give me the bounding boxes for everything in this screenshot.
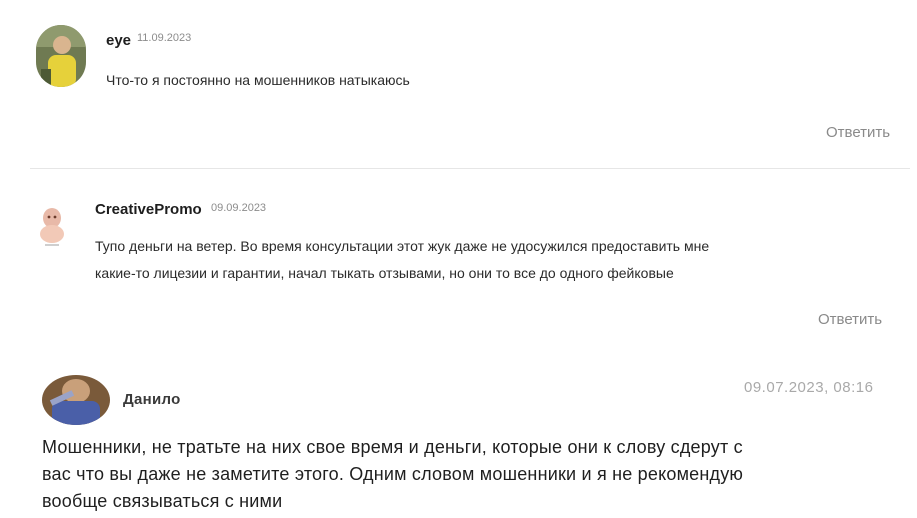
comment-date: 09.09.2023 [211, 202, 267, 214]
comment-date: 09.07.2023, 08:16 [744, 379, 874, 396]
avatar [36, 25, 86, 87]
reply-button[interactable]: Ответить [826, 124, 890, 141]
comment-text-line: вообще связываться с ними [42, 491, 283, 511]
comment-date: 11.09.2023 [137, 32, 192, 44]
avatar [36, 204, 70, 250]
comment-author: Данило [123, 391, 181, 408]
reply-button[interactable]: Ответить [818, 311, 882, 328]
comment-text-line: какие-то лицезии и гарантии, начал тыкат… [95, 265, 674, 281]
avatar [42, 375, 110, 425]
comment-divider [30, 168, 910, 169]
comment-text-line: Мошенники, не тратьте на них свое время … [42, 437, 743, 457]
comment-text-line: вас что вы даже не заметите этого. Одним… [42, 464, 744, 484]
comment-author: CreativePromo [95, 201, 202, 218]
comment-text: Что-то я постоянно на мошенников натыкаю… [106, 72, 410, 88]
comment-author: eye [106, 32, 132, 49]
comment-text-line: Тупо деньги на ветер. Во время консульта… [95, 238, 710, 254]
